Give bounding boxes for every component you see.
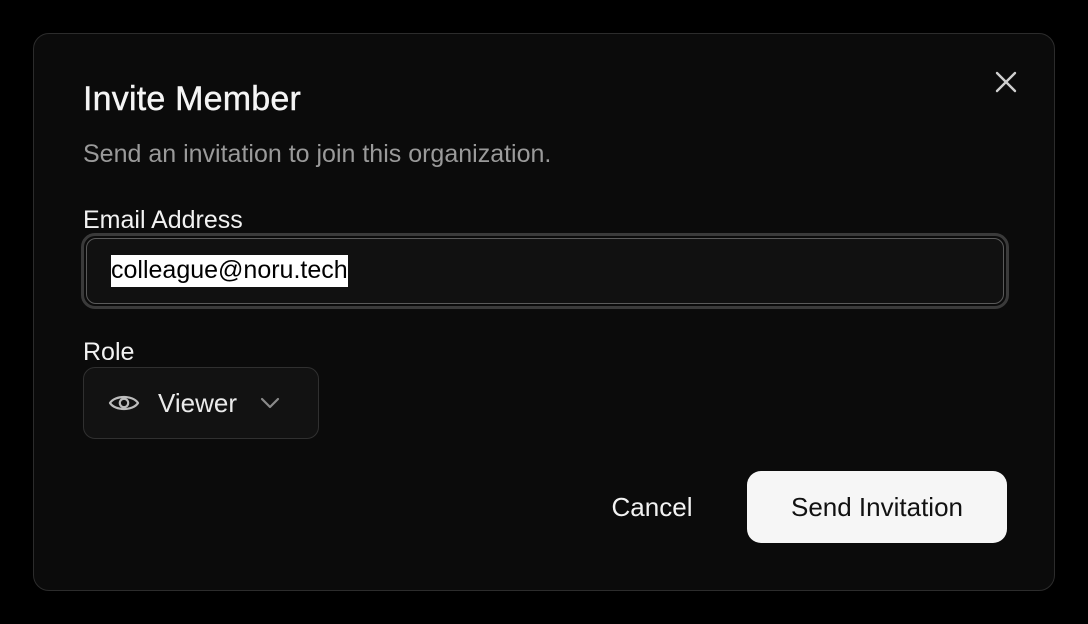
cancel-button[interactable]: Cancel <box>590 471 714 543</box>
invite-member-dialog: Invite Member Send an invitation to join… <box>33 33 1055 591</box>
send-invitation-button[interactable]: Send Invitation <box>747 471 1007 543</box>
eye-icon <box>108 391 140 415</box>
email-field[interactable]: colleague@noru.tech <box>86 238 1004 304</box>
role-select[interactable]: Viewer <box>83 367 319 439</box>
role-label: Role <box>83 338 135 366</box>
email-field-focus-ring: colleague@noru.tech <box>81 233 1009 309</box>
close-icon <box>995 71 1017 93</box>
email-value-selected: colleague@noru.tech <box>111 254 348 288</box>
chevron-down-icon <box>259 396 281 410</box>
dialog-subtitle: Send an invitation to join this organiza… <box>83 140 552 168</box>
role-selected-value: Viewer <box>158 387 238 418</box>
close-button[interactable] <box>990 66 1022 98</box>
dialog-title: Invite Member <box>83 80 302 118</box>
email-label: Email Address <box>83 206 243 234</box>
